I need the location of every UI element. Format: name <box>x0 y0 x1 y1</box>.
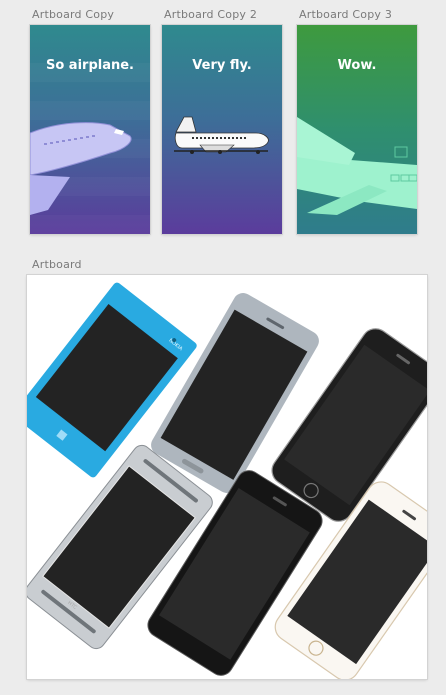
artboard-main[interactable]: NOKIA HTC <box>27 275 427 679</box>
artboard-label-1[interactable]: Artboard Copy <box>32 8 114 21</box>
artboard-3[interactable]: Wow. <box>297 25 417 234</box>
artboard-2[interactable]: Very fly. <box>162 25 282 234</box>
airplane-closeup-illustration <box>297 117 417 215</box>
airplane-side-illustration <box>174 116 269 154</box>
artboard-label-4[interactable]: Artboard <box>32 258 82 271</box>
artboard-1[interactable]: So airplane. <box>30 25 150 234</box>
artboard-label-2[interactable]: Artboard Copy 2 <box>164 8 257 21</box>
airplane-illustration <box>30 122 132 215</box>
device-collection: NOKIA HTC <box>27 282 427 679</box>
artboard-label-3[interactable]: Artboard Copy 3 <box>299 8 392 21</box>
